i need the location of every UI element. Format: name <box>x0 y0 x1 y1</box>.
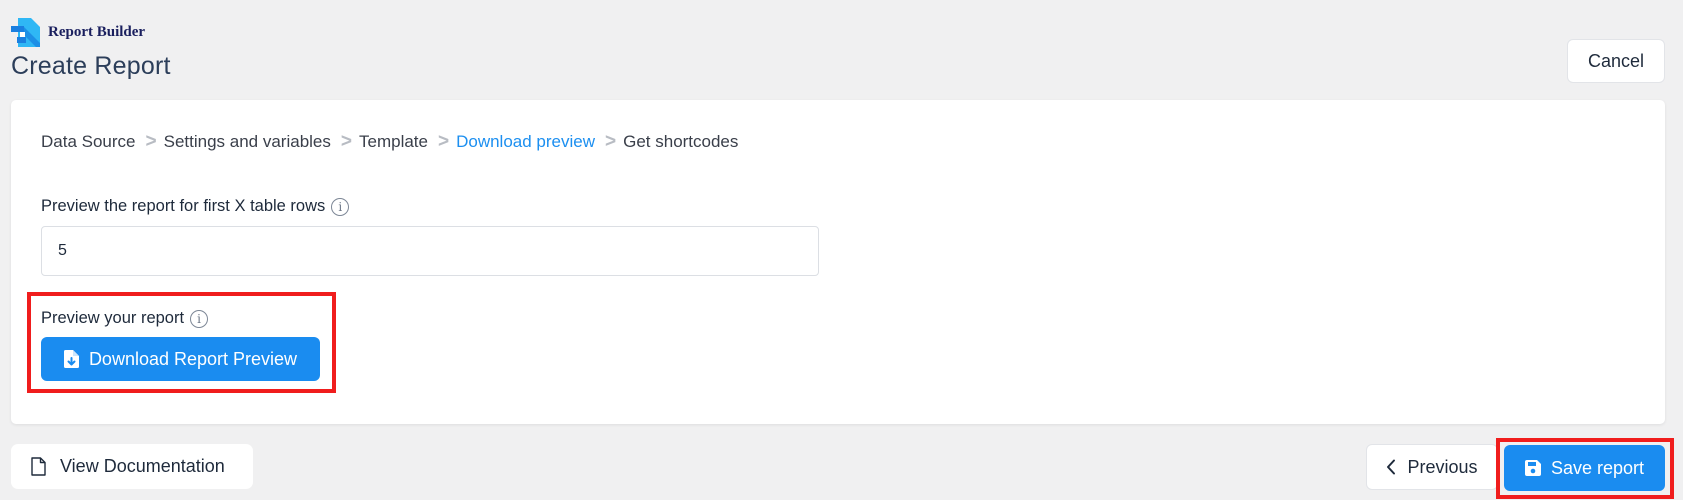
brand: Report Builder <box>11 17 145 47</box>
breadcrumb-separator: > <box>605 131 617 152</box>
previous-label: Previous <box>1407 456 1478 477</box>
save-label: Save report <box>1550 457 1645 478</box>
preview-rows-input[interactable] <box>41 226 819 276</box>
preview-report-label: Preview your report i <box>41 309 209 328</box>
floppy-disk-icon <box>1524 460 1541 476</box>
download-report-preview-button[interactable]: Download Report Preview <box>41 337 320 381</box>
breadcrumb-separator: > <box>145 131 157 152</box>
step-get-shortcodes[interactable]: Get shortcodes <box>623 132 738 152</box>
rows-field-label: Preview the report for first X table row… <box>41 197 350 216</box>
step-settings-and-variables[interactable]: Settings and variables <box>164 132 331 152</box>
breadcrumb-separator: > <box>437 131 450 152</box>
step-download-preview[interactable]: Download preview <box>456 132 595 152</box>
step-data-source[interactable]: Data Source <box>41 132 136 152</box>
docs-label: View Documentation <box>60 456 225 476</box>
brand-name: Report Builder <box>48 23 146 40</box>
breadcrumb-separator: > <box>340 131 352 152</box>
report-builder-logo-icon <box>11 17 40 47</box>
previous-button[interactable]: Previous <box>1366 444 1498 490</box>
chevron-left-icon <box>1387 459 1396 475</box>
rows-label-text: Preview the report for first X table row… <box>41 197 326 215</box>
breadcrumb: Data Source > Settings and variables > T… <box>41 131 738 153</box>
view-documentation-button[interactable]: View Documentation <box>11 444 253 489</box>
info-circle-icon[interactable]: i <box>331 197 350 216</box>
download-button-label: Download Report Preview <box>88 348 298 369</box>
save-report-button[interactable]: Save report <box>1504 445 1665 491</box>
preview-label-text: Preview your report <box>41 309 185 327</box>
file-icon <box>31 457 46 476</box>
step-template[interactable]: Template <box>359 132 428 152</box>
cancel-button[interactable]: Cancel <box>1567 39 1665 83</box>
info-circle-icon[interactable]: i <box>190 309 209 328</box>
file-download-icon <box>63 350 79 368</box>
wizard-card: Data Source > Settings and variables > T… <box>11 100 1665 424</box>
page-title: Create Report <box>11 52 171 80</box>
